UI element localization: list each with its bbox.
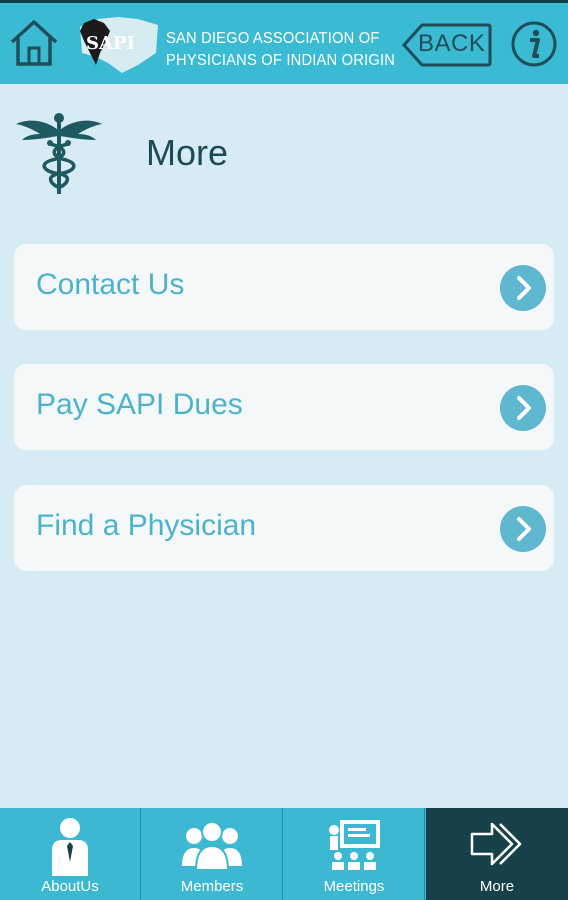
menu-item-contact-us[interactable]: Contact Us — [14, 244, 554, 330]
caduceus-icon — [16, 113, 102, 194]
members-icon — [182, 821, 242, 871]
menu-item-label: Contact Us — [36, 268, 185, 301]
page-heading: More — [0, 84, 568, 224]
app-header: SAPI SAN DIEGO ASSOCIATION OF PHYSICIANS… — [0, 0, 568, 84]
page-title: More — [146, 132, 229, 173]
home-icon[interactable] — [8, 18, 60, 68]
back-label: BACK — [418, 30, 486, 57]
tab-about-us[interactable]: AboutUs — [0, 808, 141, 900]
menu-item-find-a-physician[interactable]: Find a Physician — [14, 485, 554, 571]
person-icon — [52, 818, 88, 876]
arrow-right-icon — [470, 822, 522, 866]
title-line-1: SAN DIEGO ASSOCIATION OF — [166, 30, 380, 47]
bottom-tab-bar: AboutUs Members Meetings More — [0, 808, 568, 900]
menu-item-label: Pay SAPI Dues — [36, 388, 243, 421]
chevron-right-icon — [500, 506, 546, 552]
tab-label: More — [479, 878, 515, 895]
organization-title: SAN DIEGO ASSOCIATION OF PHYSICIANS OF I… — [166, 28, 395, 72]
menu-item-label: Find a Physician — [36, 509, 257, 542]
title-line-2: PHYSICIANS OF INDIAN ORIGIN — [166, 52, 396, 69]
tab-more[interactable]: More — [426, 808, 568, 900]
tab-members[interactable]: Members — [142, 808, 283, 900]
chevron-right-icon — [500, 385, 546, 431]
tab-label: Members — [180, 878, 244, 895]
menu-item-pay-sapi-dues[interactable]: Pay SAPI Dues — [14, 364, 554, 450]
tab-label: Meetings — [323, 878, 385, 895]
meetings-icon — [329, 820, 380, 870]
chevron-right-icon — [500, 265, 546, 311]
tab-meetings[interactable]: Meetings — [284, 808, 425, 900]
info-icon[interactable] — [510, 20, 558, 68]
logo-text: SAPI — [86, 33, 135, 54]
tab-label: AboutUs — [41, 878, 99, 895]
